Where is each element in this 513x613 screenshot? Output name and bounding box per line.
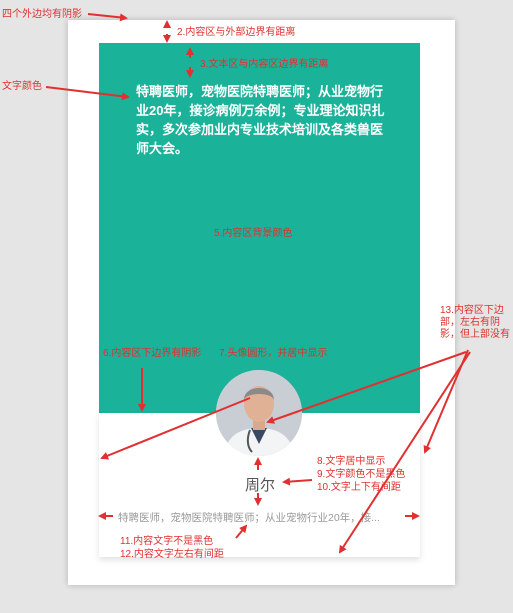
annotation-arrows	[45, 13, 471, 554]
